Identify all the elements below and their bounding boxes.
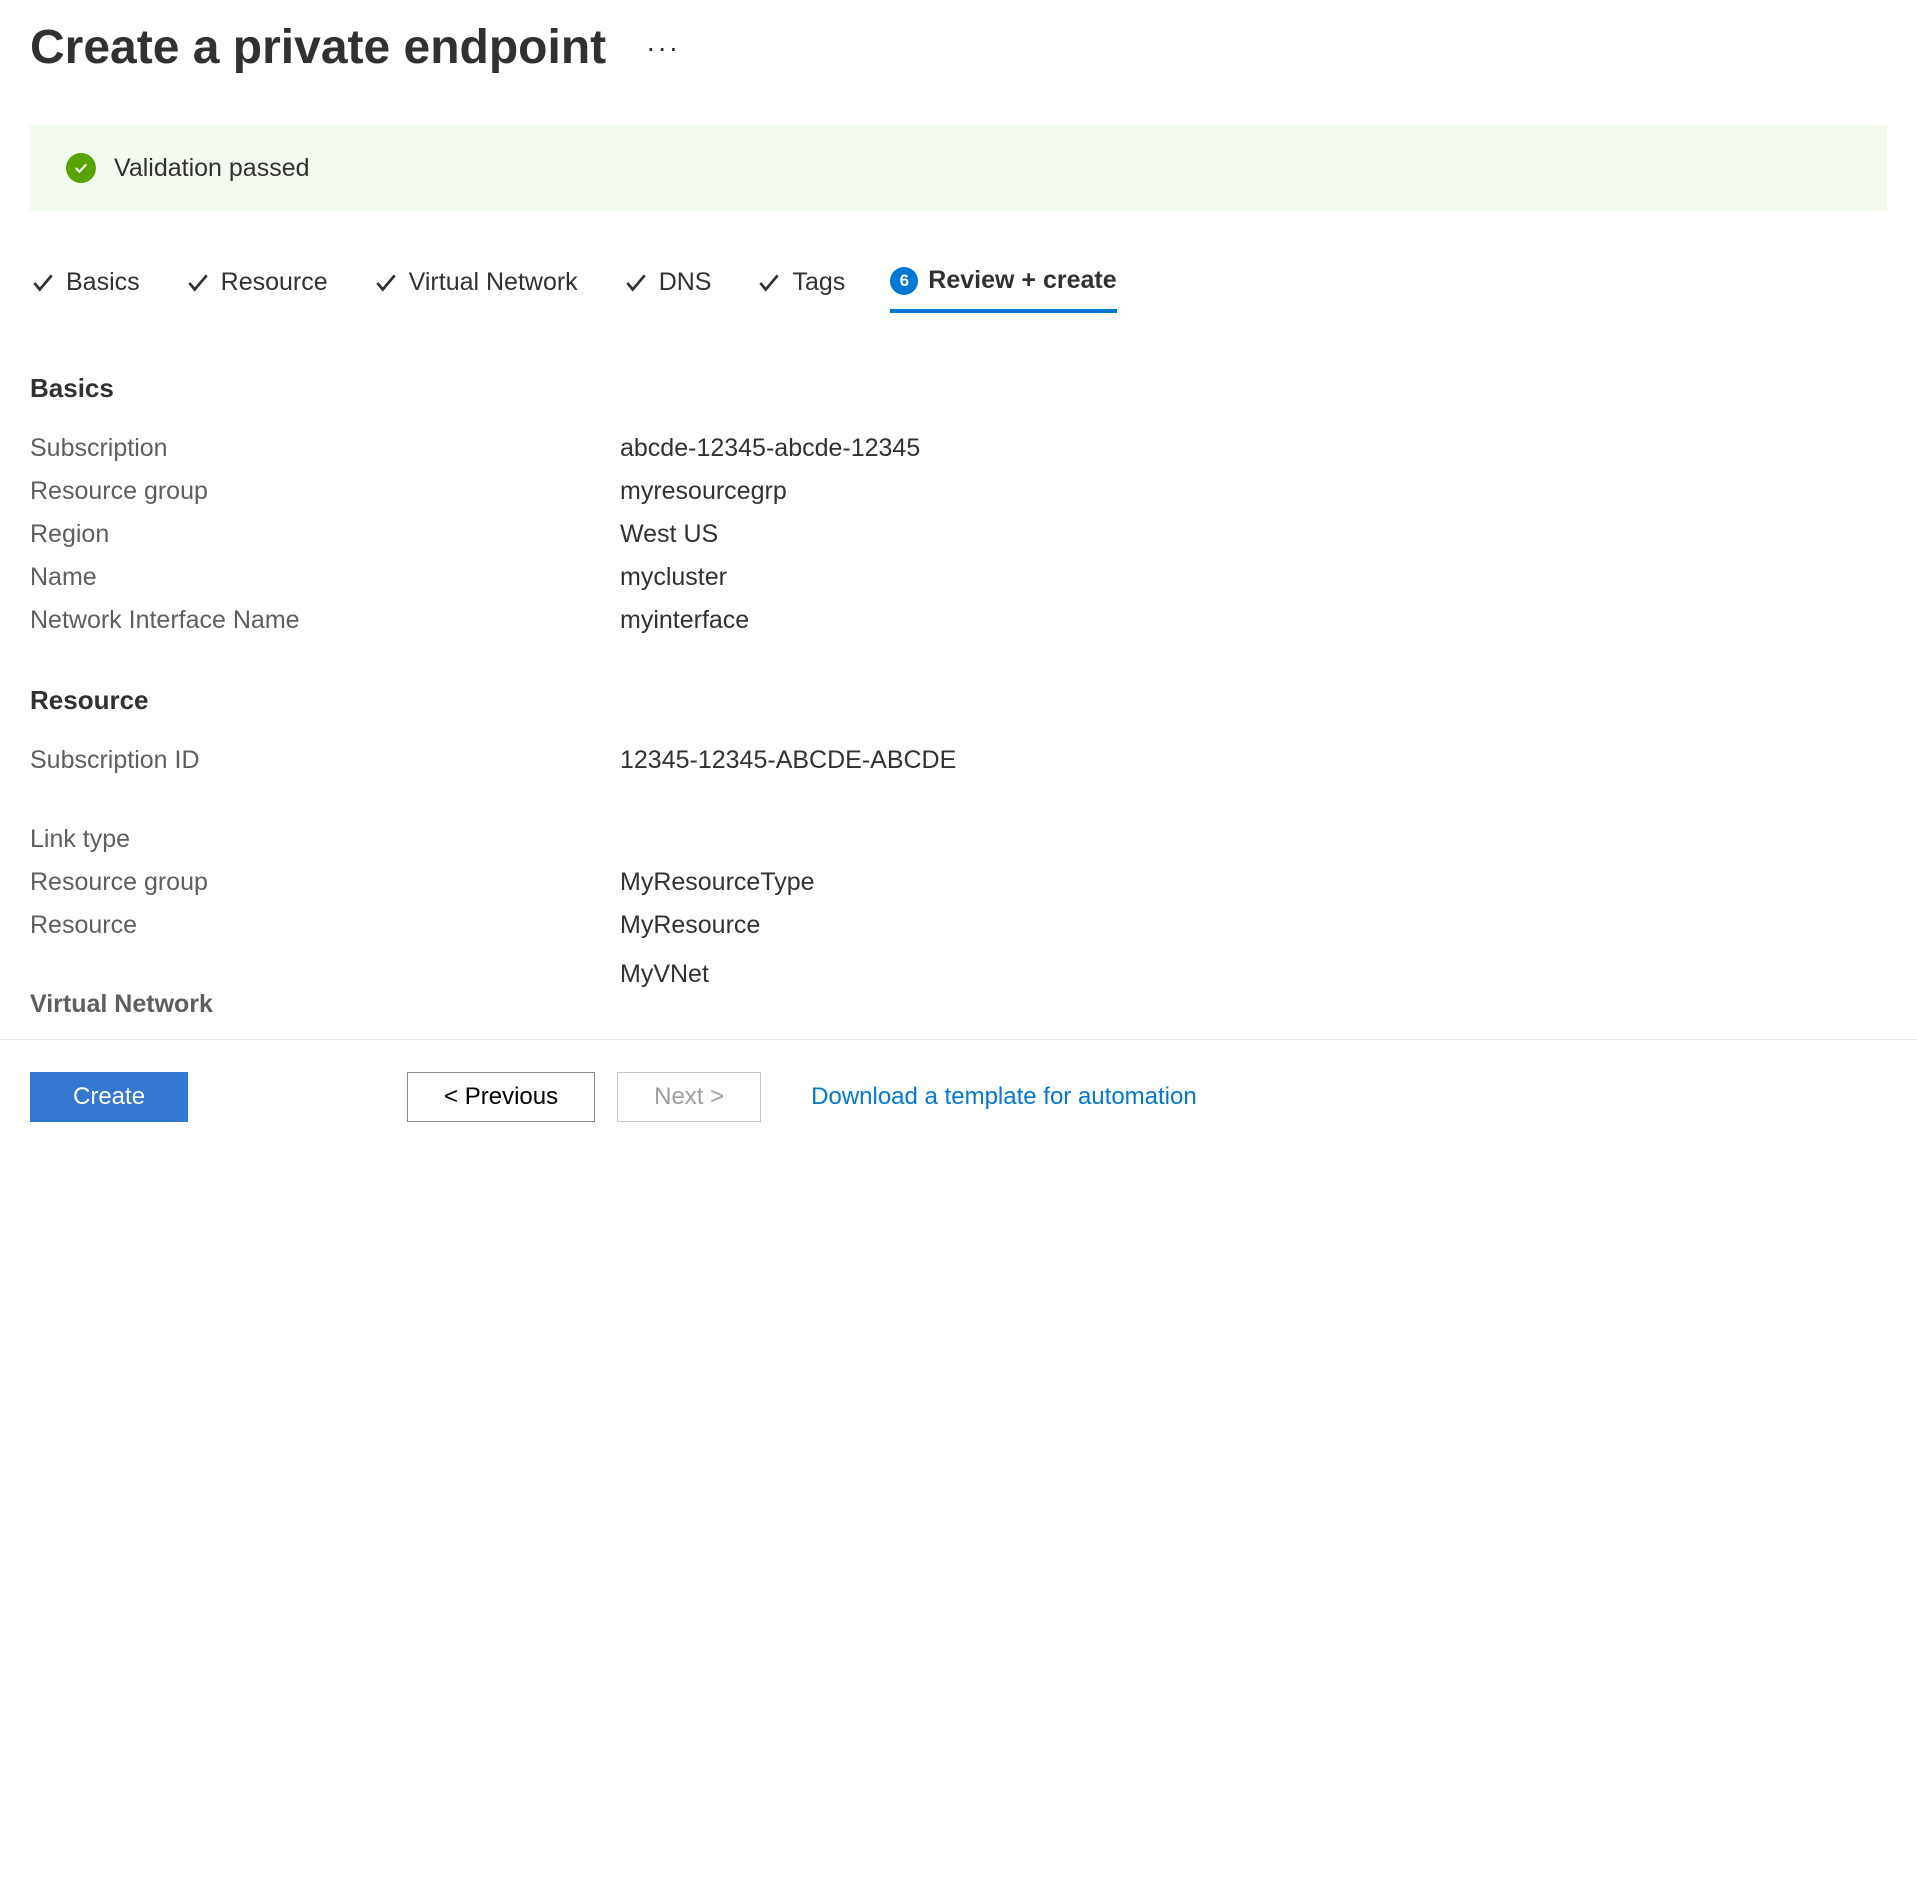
check-circle-icon	[66, 153, 96, 183]
create-button[interactable]: Create	[30, 1072, 188, 1122]
section-title: Basics	[30, 373, 1887, 404]
row-label: Link type	[30, 825, 620, 854]
row-value: 12345-12345-ABCDE-ABCDE	[620, 746, 956, 775]
validation-banner: Validation passed	[30, 125, 1887, 211]
review-row: Resource MyResource	[30, 911, 1887, 940]
validation-message: Validation passed	[114, 154, 310, 183]
tab-label: Basics	[66, 268, 140, 297]
row-value: MyVNet	[620, 960, 709, 989]
wizard-tabs: Basics Resource Virtual Network DNS Tags…	[30, 266, 1887, 313]
row-value: MyResource	[620, 911, 760, 940]
check-icon	[30, 270, 56, 296]
tab-label: DNS	[659, 268, 712, 297]
row-value: myresourcegrp	[620, 477, 787, 506]
page-header: Create a private endpoint ···	[30, 20, 1887, 75]
row-label: Region	[30, 520, 620, 549]
row-value: abcde-12345-abcde-12345	[620, 434, 920, 463]
tab-review-create[interactable]: 6 Review + create	[890, 266, 1116, 313]
check-icon	[373, 270, 399, 296]
tab-label: Virtual Network	[409, 268, 578, 297]
check-icon	[756, 270, 782, 296]
row-value: mycluster	[620, 563, 727, 592]
review-row: Name mycluster	[30, 563, 1887, 592]
tab-dns[interactable]: DNS	[623, 268, 712, 311]
row-label: Resource	[30, 911, 620, 940]
section-title: Resource	[30, 685, 1887, 716]
row-label: Resource group	[30, 477, 620, 506]
row-value: MyResourceType	[620, 868, 815, 897]
step-number-icon: 6	[890, 267, 918, 295]
row-label: Resource group	[30, 868, 620, 897]
review-row: Subscription ID 12345-12345-ABCDE-ABCDE	[30, 746, 1887, 775]
row-label: Subscription ID	[30, 746, 620, 775]
previous-button[interactable]: < Previous	[407, 1072, 595, 1122]
wizard-footer: Create < Previous Next > Download a temp…	[0, 1039, 1917, 1154]
tab-label: Resource	[221, 268, 328, 297]
review-row: Resource group myresourcegrp	[30, 477, 1887, 506]
section-resource: Resource Subscription ID 12345-12345-ABC…	[30, 685, 1887, 940]
check-icon	[623, 270, 649, 296]
section-title: Virtual Network	[30, 990, 620, 1019]
tab-label: Review + create	[928, 266, 1116, 295]
tab-basics[interactable]: Basics	[30, 268, 140, 311]
check-icon	[185, 270, 211, 296]
section-virtual-network: Virtual Network MyVNet	[30, 990, 1887, 1019]
review-row: Subscription abcde-12345-abcde-12345	[30, 434, 1887, 463]
row-value: West US	[620, 520, 718, 549]
more-icon[interactable]: ···	[646, 32, 680, 64]
row-label: Subscription	[30, 434, 620, 463]
review-row: Link type	[30, 825, 1887, 854]
tab-label: Tags	[792, 268, 845, 297]
review-row: Virtual Network MyVNet	[30, 990, 1887, 1019]
tab-resource[interactable]: Resource	[185, 268, 328, 311]
row-value: myinterface	[620, 606, 749, 635]
row-label: Network Interface Name	[30, 606, 620, 635]
download-template-link[interactable]: Download a template for automation	[811, 1083, 1197, 1111]
tab-virtual-network[interactable]: Virtual Network	[373, 268, 578, 311]
tab-tags[interactable]: Tags	[756, 268, 845, 311]
page-title: Create a private endpoint	[30, 20, 606, 75]
row-label: Name	[30, 563, 620, 592]
section-basics: Basics Subscription abcde-12345-abcde-12…	[30, 373, 1887, 635]
review-row: Network Interface Name myinterface	[30, 606, 1887, 635]
review-row: Region West US	[30, 520, 1887, 549]
next-button: Next >	[617, 1072, 761, 1122]
review-row: Resource group MyResourceType	[30, 868, 1887, 897]
